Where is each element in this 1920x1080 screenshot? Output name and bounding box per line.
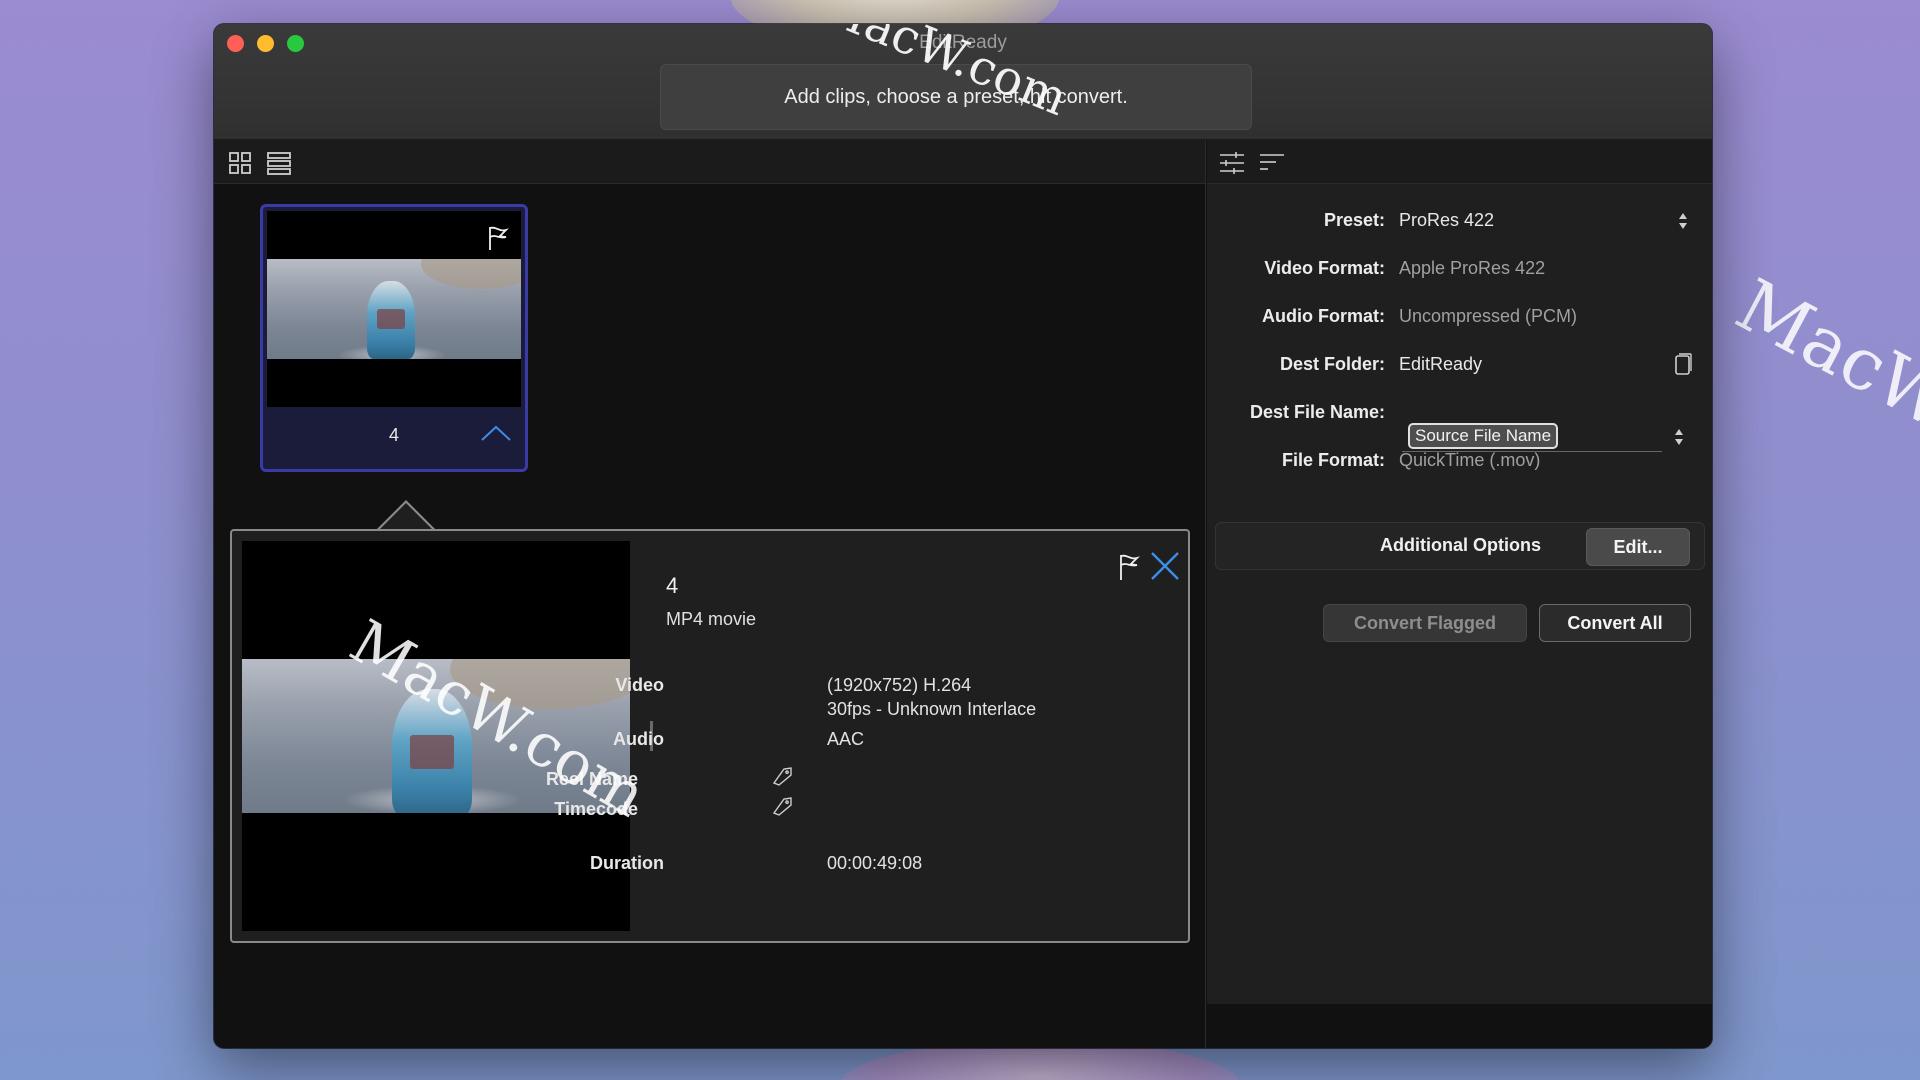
file-format-value: QuickTime (.mov) — [1399, 450, 1541, 470]
clip-thumbnail-image — [267, 259, 521, 359]
flag-icon[interactable] — [487, 225, 509, 251]
popover-arrow-inner — [378, 503, 434, 531]
dest-file-name-label: Dest File Name: — [1249, 402, 1385, 422]
duration-label: Duration — [590, 853, 664, 873]
flag-icon[interactable] — [1118, 553, 1140, 581]
desktop-watermark: MacW.com — [1723, 262, 1920, 522]
detail-kind: MP4 movie — [666, 609, 757, 629]
audio-value: AAC — [827, 729, 865, 749]
video-format-label: Video Format: — [1264, 258, 1385, 278]
folder-browse-icon[interactable] — [1673, 352, 1693, 376]
close-icon[interactable] — [1148, 549, 1182, 583]
settings-pane: Preset: ProRes 422 Video Format: Apple P… — [1207, 140, 1712, 1048]
clip-card[interactable]: 4 — [260, 204, 528, 472]
dest-folder-label: Dest Folder: — [1279, 354, 1385, 374]
video-value-framerate: 30fps - Unknown Interlace — [827, 699, 1037, 719]
settings-toolbar — [1207, 140, 1712, 184]
dest-folder-value: EditReady — [1399, 354, 1483, 374]
convert-flagged-button[interactable]: Convert Flagged — [1323, 604, 1527, 642]
preset-stepper-icon[interactable] — [1676, 210, 1690, 232]
clip-thumbnail — [267, 211, 521, 407]
clip-detail-popover: 4 MP4 movie Video (1920x752) H.264 30fps… — [230, 529, 1190, 943]
tag-icon[interactable] — [772, 765, 794, 787]
convert-all-button[interactable]: Convert All — [1539, 604, 1691, 642]
grid-view-icon[interactable] — [228, 150, 254, 176]
tag-icon[interactable] — [772, 795, 794, 817]
preset-select[interactable]: ProRes 422 — [1399, 210, 1494, 231]
conversion-settings: Preset: ProRes 422 Video Format: Apple P… — [1207, 184, 1712, 1004]
clip-browser: 4 4 MP4 movie Video (1920x752) H.264 30f… — [214, 140, 1206, 1048]
edit-options-button[interactable]: Edit... — [1586, 528, 1690, 566]
audio-format-value: Uncompressed (PCM) — [1399, 306, 1578, 326]
dest-file-name-stepper-icon[interactable] — [1672, 426, 1686, 448]
additional-options-label: Additional Options — [1380, 535, 1541, 555]
dest-file-name-field[interactable]: Source File Name — [1402, 422, 1662, 452]
preset-label: Preset: — [1323, 210, 1385, 230]
sort-icon[interactable] — [1259, 150, 1285, 176]
chevron-up-icon[interactable] — [479, 423, 513, 443]
video-value-resolution: (1920x752) H.264 — [827, 675, 972, 695]
audio-format-label: Audio Format: — [1262, 306, 1385, 326]
video-format-value: Apple ProRes 422 — [1399, 258, 1546, 278]
source-file-name-token[interactable]: Source File Name — [1408, 423, 1559, 449]
file-format-label: File Format: — [1281, 450, 1385, 470]
view-toolbar — [214, 140, 1205, 184]
additional-options-row: Additional Options Edit... — [1215, 522, 1705, 570]
title-bar: EditReady Add clips, choose a preset, hi… — [214, 24, 1712, 140]
list-view-icon[interactable] — [266, 150, 292, 176]
detail-title: 4 — [666, 573, 679, 598]
duration-value: 00:00:49:08 — [827, 853, 923, 873]
adjustments-icon[interactable] — [1219, 150, 1245, 176]
editready-window: EditReady Add clips, choose a preset, hi… — [214, 24, 1712, 1048]
